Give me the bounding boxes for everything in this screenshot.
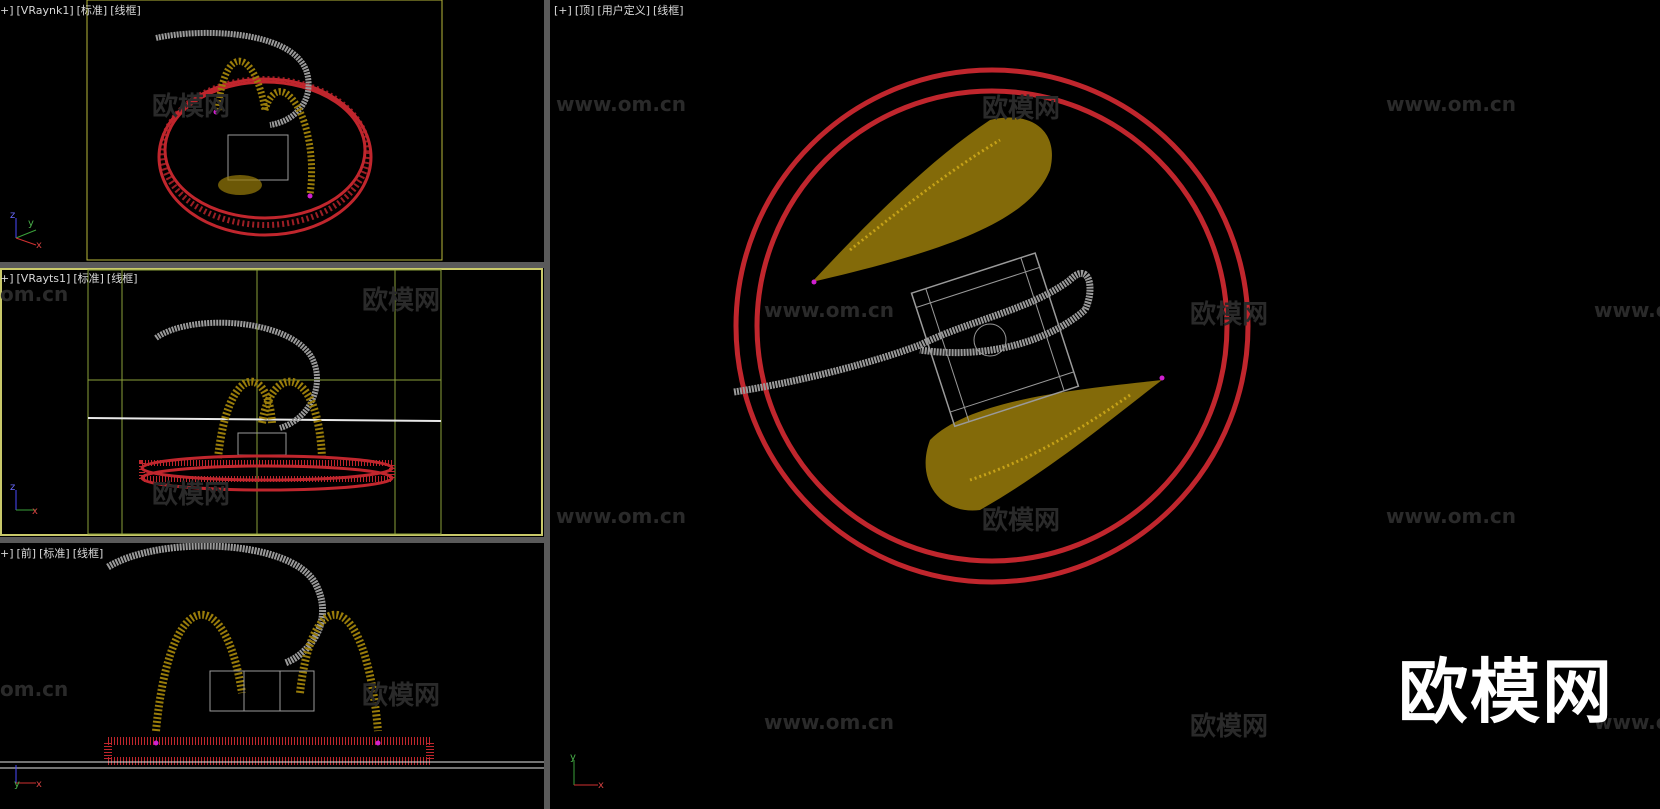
- watermark-brand: 欧模网: [152, 92, 231, 122]
- axis-gizmo: z x: [10, 482, 38, 517]
- watermark-brand: 欧模网: [982, 94, 1061, 124]
- viewport-label[interactable]: +] [VRaynk1] [标准] [线框]: [0, 2, 144, 18]
- viewport-label[interactable]: +] [VRayts1] [标准] [线框]: [0, 270, 141, 286]
- viewport-label[interactable]: [+] [顶] [用户定义] [线框]: [554, 2, 687, 18]
- sculpture-base: [227, 134, 289, 181]
- svg-text:x: x: [598, 780, 604, 791]
- fountain-jet-left: [152, 610, 246, 732]
- svg-text:x: x: [36, 779, 42, 790]
- axis-gizmo: y x: [570, 752, 604, 791]
- particle-spray-lower: [925, 380, 1162, 511]
- svg-text:z: z: [10, 210, 15, 221]
- watermark-url: www.om.cn: [1386, 504, 1517, 528]
- viewport-vraynk1[interactable]: +] [VRaynk1] [标准] [线框] z y x 欧模网: [0, 0, 544, 262]
- svg-text:x: x: [32, 506, 38, 517]
- sculpture-arm: [154, 319, 320, 431]
- svg-text:x: x: [36, 240, 42, 251]
- sculpture-arm: [733, 270, 1094, 396]
- watermark-brand: 欧模网: [1190, 300, 1269, 330]
- watermark-url: www.om.cn: [764, 298, 895, 322]
- brand-logo: 欧模网: [1398, 651, 1614, 733]
- watermark-url: www.om.cn: [556, 92, 687, 116]
- watermark-brand: 欧模网: [362, 681, 441, 711]
- watermark-brand: 欧模网: [152, 480, 231, 510]
- svg-text:y: y: [570, 752, 576, 763]
- svg-text:y: y: [28, 218, 34, 229]
- watermark-url: www.om.cn: [764, 710, 895, 734]
- watermark-url: om.cn: [0, 677, 69, 701]
- viewport-vrayts1[interactable]: +] [VRayts1] [标准] [线框] z x om.cn 欧模网 欧模网: [0, 268, 544, 537]
- vrayts1-scene: z x: [0, 268, 543, 536]
- sculpture-arm: [106, 543, 327, 667]
- watermark-brand: 欧模网: [982, 506, 1061, 536]
- watermark-brand: 欧模网: [1190, 712, 1269, 742]
- watermark-url: www.om.cn: [1386, 92, 1517, 116]
- watermark-brand: 欧模网: [362, 286, 441, 316]
- fountain-jet-right: [296, 610, 382, 732]
- svg-text:z: z: [10, 482, 15, 493]
- vraynk1-scene: z y x: [10, 0, 443, 261]
- axis-gizmo: z y x: [10, 210, 42, 251]
- watermark-url: www.om.cn: [556, 504, 687, 528]
- viewport-label[interactable]: +] [前] [标准] [线框]: [0, 545, 106, 561]
- axis-gizmo: y x: [14, 765, 42, 790]
- watermark-url: www.o: [1594, 298, 1660, 322]
- front-scene: y x: [0, 543, 544, 790]
- viewport-front[interactable]: +] [前] [标准] [线框] y x om.cn 欧模网: [0, 543, 544, 809]
- svg-text:y: y: [14, 779, 20, 790]
